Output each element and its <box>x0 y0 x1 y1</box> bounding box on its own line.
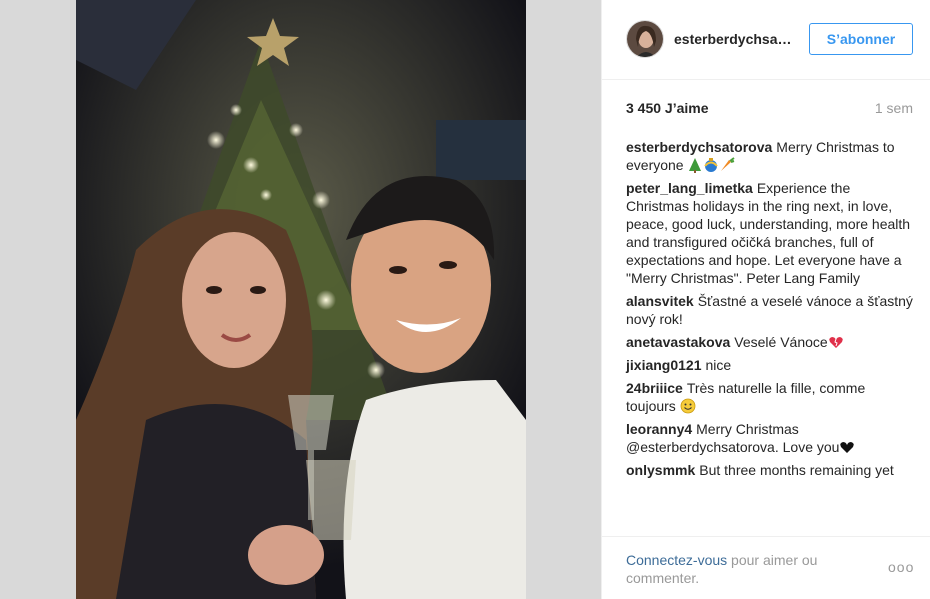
decoration-emoji <box>704 158 719 172</box>
photo-stage <box>0 0 601 599</box>
post-details-panel: esterberdychsa… S’abonner 3 450 J’aime 1… <box>601 0 930 599</box>
comment: onlysmmk But three months remaining yet <box>626 461 916 479</box>
comment: leoranny4 Merry Christmas @esterberdychsa… <box>626 420 916 456</box>
heart-emoji <box>829 337 843 348</box>
comment-user[interactable]: alansvitek <box>626 293 694 309</box>
comment-user[interactable]: anetavastakova <box>626 334 730 350</box>
carrot-emoji <box>721 157 736 171</box>
comment-text: Veselé Vánoce <box>734 334 828 350</box>
comment-text: But three months remaining yet <box>699 462 894 478</box>
comment-user[interactable]: peter_lang_limetka <box>626 180 753 196</box>
comment-user[interactable]: esterberdychsatorova <box>626 139 772 155</box>
comment: jixiang0121 nice <box>626 356 916 374</box>
comment: alansvitek Šťastné a veselé vánoce a šťas… <box>626 292 916 328</box>
post-time[interactable]: 1 sem <box>875 100 913 116</box>
smile-emoji <box>680 398 696 414</box>
comment: esterberdychsatorova Merry Christmas to e… <box>626 138 916 174</box>
login-prompt: Connectez-vous pour aimer ou commenter. <box>626 551 856 587</box>
black-heart-emoji <box>840 442 855 453</box>
follow-button[interactable]: S’abonner <box>809 23 913 55</box>
comment: anetavastakova Veselé Vánoce <box>626 333 916 351</box>
post-header: esterberdychsa… S’abonner <box>602 0 930 80</box>
comment-user[interactable]: 24briiice <box>626 380 683 396</box>
avatar[interactable] <box>626 20 664 58</box>
login-link[interactable]: Connectez-vous <box>626 552 727 568</box>
username[interactable]: esterberdychsa… <box>674 31 799 47</box>
likes-count[interactable]: 3 450 J’aime <box>626 100 709 116</box>
photo-illustration <box>76 0 526 599</box>
comment-user[interactable]: onlysmmk <box>626 462 695 478</box>
post-footer: Connectez-vous pour aimer ou commenter. … <box>602 536 930 599</box>
comment: 24briiice Très naturelle la fille, comme … <box>626 379 916 415</box>
comment-user[interactable]: leoranny4 <box>626 421 692 437</box>
post-stats: 3 450 J’aime 1 sem <box>626 100 913 120</box>
more-options-icon[interactable]: ooo <box>888 559 914 575</box>
comment-text: nice <box>705 357 732 373</box>
tree-emoji <box>689 158 702 173</box>
post-photo[interactable] <box>76 0 526 599</box>
comments-list: esterberdychsatorova Merry Christmas to e… <box>626 138 916 484</box>
comment: peter_lang_limetka Experience the Christm… <box>626 179 916 287</box>
comment-user[interactable]: jixiang0121 <box>626 357 702 373</box>
